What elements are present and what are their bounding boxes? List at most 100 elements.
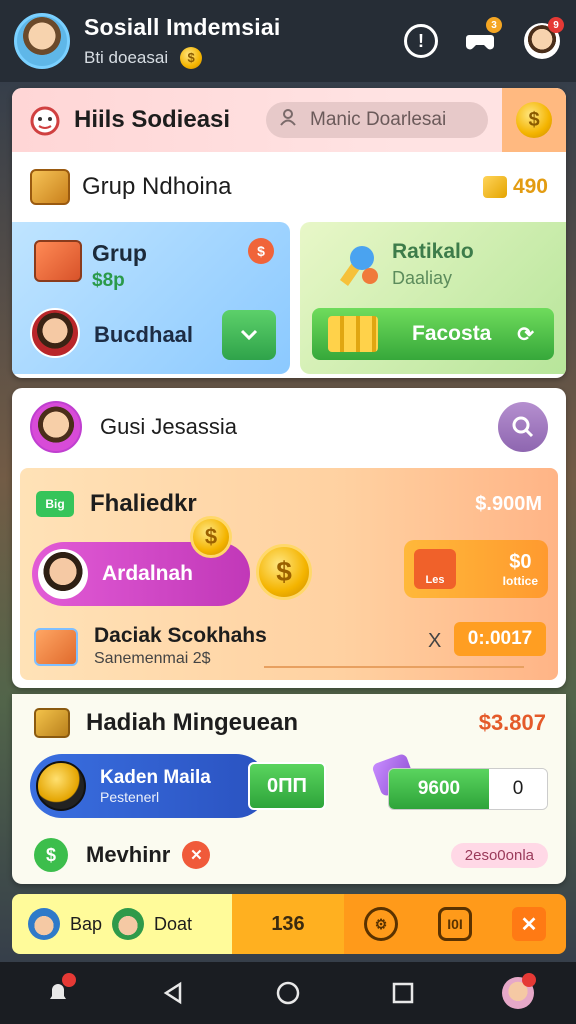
- panel-sub: $8p: [92, 270, 125, 291]
- player-label: Ardalnah: [102, 562, 194, 585]
- group-card-title: Hiils Sodieasi: [74, 106, 231, 133]
- reward-info: $0 Iottice: [503, 551, 538, 588]
- group-card: Hiils Sodieasi Manic Doarlesai $ Grup Nd…: [12, 88, 566, 378]
- gold-cube-icon: [482, 176, 507, 198]
- refresh-icon: ⟳: [517, 323, 534, 346]
- timer-button[interactable]: 0:.0017: [454, 622, 546, 656]
- subtitle-text: Bti doeasai: [84, 47, 169, 67]
- close-button[interactable]: ✕: [512, 907, 546, 941]
- stepper-value[interactable]: 9600: [389, 769, 489, 809]
- medal-icon: [340, 246, 378, 286]
- action-bar: Bap Doat 136 ⚙ I0I ✕: [12, 894, 566, 954]
- notification-badge: 9: [548, 17, 564, 33]
- friend-avatar: [112, 908, 145, 940]
- dollar-icon: $: [34, 838, 68, 872]
- reward-button[interactable]: Les $0 Iottice: [404, 540, 548, 598]
- action-icons: ⚙ I0I ✕: [344, 894, 566, 954]
- bonus-tag[interactable]: 2eso0onla: [450, 842, 548, 868]
- group-amount-value: 490: [512, 175, 548, 198]
- notification-dot: [522, 973, 537, 987]
- group-label: Grup Ndhoina: [82, 173, 232, 200]
- search-input[interactable]: Manic Doarlesai: [266, 102, 488, 138]
- close-icon[interactable]: ✕: [182, 841, 211, 869]
- reward-value: $0: [509, 550, 532, 573]
- gamepad-icon[interactable]: 3: [460, 17, 502, 61]
- weekly-header: Hadiah Mingeuean $3.807: [34, 708, 546, 738]
- settings-icon[interactable]: ⚙: [364, 907, 398, 941]
- claim-button[interactable]: 0ΠΠ: [248, 762, 326, 810]
- multiply-icon: X: [428, 630, 442, 652]
- profile-icon[interactable]: 9: [522, 17, 564, 61]
- home-icon[interactable]: [268, 973, 308, 1013]
- member-name: Bucdhaal: [94, 322, 194, 347]
- coin-reward-title: Kaden Maila: [100, 767, 211, 788]
- group-amount: 490: [482, 175, 548, 199]
- divider: [264, 666, 524, 668]
- cash-label: Fhaliedkr: [90, 490, 197, 517]
- coin-reward-button[interactable]: Kaden Maila Pestenerl: [30, 754, 268, 818]
- group-panel[interactable]: Grup $8p $ Bucdhaal: [12, 222, 290, 374]
- weekly-reward-card: Hadiah Mingeuean $3.807 Kaden Maila Pest…: [12, 694, 566, 884]
- coin-reward-text: Kaden Maila Pestenerl: [100, 767, 211, 805]
- calendar-icon[interactable]: I0I: [438, 907, 472, 941]
- coin-icon: $: [516, 102, 552, 138]
- chest-icon: [30, 169, 70, 205]
- gold-bars-icon: [328, 316, 378, 352]
- weekly-amount: $3.807: [478, 710, 546, 735]
- event-card-title: Gusi Jesassia: [100, 414, 237, 439]
- notification-badge: 3: [486, 17, 502, 33]
- member-avatar[interactable]: [30, 308, 80, 358]
- bonus-row: $ Mevhinr ✕ 2eso0onla: [34, 838, 548, 872]
- alarm-icon: Les: [414, 549, 456, 589]
- group-panels: Grup $8p $ Bucdhaal Ratikalo Daaliay Fac…: [12, 222, 566, 374]
- coin-button[interactable]: $: [502, 88, 566, 152]
- cash-amount: $.900M: [475, 492, 542, 515]
- rank-button-label: Facosta: [412, 322, 492, 345]
- recents-icon[interactable]: [383, 973, 423, 1013]
- friend-avatar: [28, 908, 60, 940]
- weekly-title: Hadiah Mingeuean: [86, 709, 299, 736]
- coin-icon: $: [180, 46, 203, 69]
- app-title: Sosiall Imdemsiai: [84, 13, 281, 40]
- task-sub: Sanemenmai 2$: [94, 650, 211, 667]
- panel-badge: $: [248, 238, 274, 264]
- event-card-header: Gusi Jesassia: [12, 388, 566, 466]
- rank-panel[interactable]: Ratikalo Daaliay Facosta ⟳: [300, 222, 566, 374]
- app-subtitle: Bti doeasai $: [84, 46, 280, 69]
- coin-icon: [36, 761, 86, 811]
- chevron-down-icon: [240, 329, 258, 341]
- search-icon: [512, 416, 534, 438]
- alert-icon[interactable]: !: [404, 24, 438, 58]
- rank-button[interactable]: Facosta ⟳: [312, 308, 554, 360]
- mascot-icon: [30, 106, 60, 136]
- expand-button[interactable]: [222, 310, 276, 360]
- bonus-label: Mevhinr: [86, 842, 171, 867]
- top-bar: Sosiall Imdemsiai Bti doeasai $ ! 3 9: [0, 0, 576, 82]
- task-row[interactable]: Daciak Scokhahs Sanemenmai 2$ X 0:.0017: [34, 620, 546, 670]
- avatar[interactable]: [30, 401, 82, 453]
- quantity-stepper[interactable]: 9600 0: [388, 768, 548, 810]
- chest-icon: [34, 240, 82, 282]
- notification-icon[interactable]: [38, 973, 78, 1013]
- friend-label-b: Doat: [154, 913, 193, 934]
- search-placeholder: Manic Doarlesai: [310, 109, 447, 130]
- group-row[interactable]: Grup Ndhoina 490: [12, 152, 566, 222]
- reward-sub: Iottice: [502, 573, 538, 588]
- back-icon[interactable]: [153, 973, 193, 1013]
- stepper-count[interactable]: 0: [489, 769, 547, 809]
- panel-title: Grup: [92, 240, 147, 266]
- counter-value[interactable]: 136: [232, 894, 344, 954]
- coin-icon: $: [190, 516, 232, 558]
- friends-section[interactable]: Bap Doat: [12, 894, 232, 954]
- avatar[interactable]: [14, 13, 70, 69]
- profile-icon[interactable]: [498, 973, 538, 1013]
- coin-icon[interactable]: $: [256, 544, 312, 600]
- event-body: Big Fhaliedkr $.900M Ardalnah $ $ Les $0…: [20, 468, 558, 680]
- group-card-header: Hiils Sodieasi Manic Doarlesai $: [12, 88, 566, 152]
- search-button[interactable]: [498, 402, 548, 452]
- friend-label-a: Bap: [70, 913, 103, 934]
- player-avatar: [38, 549, 88, 599]
- cash-row: Big Fhaliedkr $.900M: [36, 490, 542, 518]
- cash-icon: Big: [36, 491, 74, 517]
- coin-reward-sub: Pestenerl: [100, 789, 160, 805]
